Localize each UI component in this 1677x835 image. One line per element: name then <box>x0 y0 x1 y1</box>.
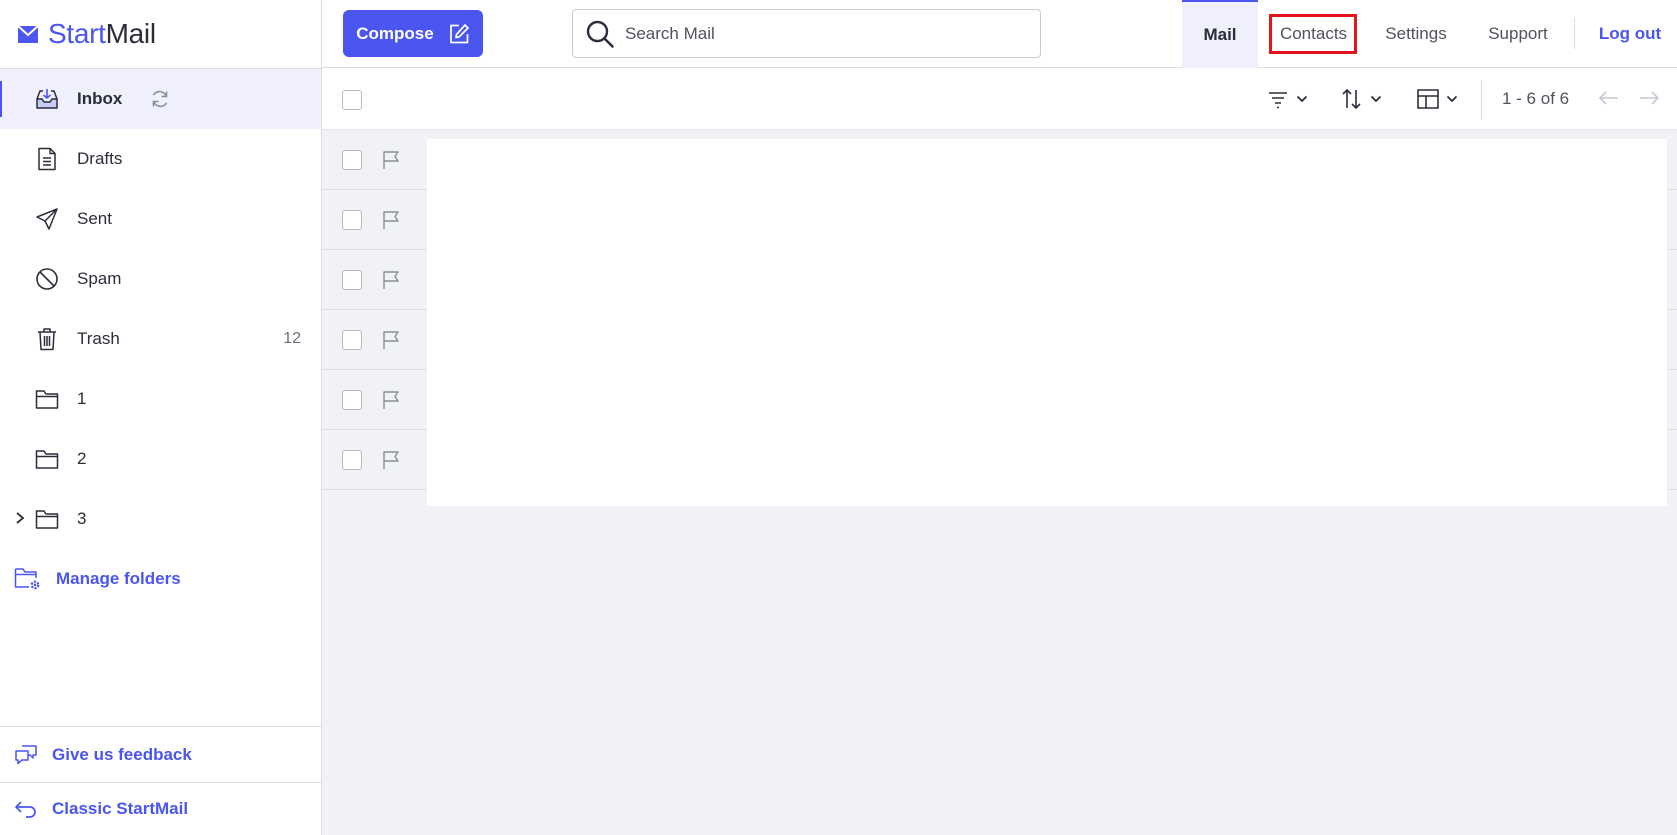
tab-settings[interactable]: Settings <box>1372 0 1460 68</box>
previous-page-arrow-icon[interactable] <box>1598 89 1620 112</box>
sidebar-item-label: Inbox <box>77 89 123 108</box>
message-rows <box>322 130 428 490</box>
layout-dropdown[interactable] <box>1416 87 1458 111</box>
sort-dropdown[interactable] <box>1340 87 1382 111</box>
folder-icon <box>34 506 60 532</box>
search-icon <box>586 20 614 48</box>
sidebar-item-label: Trash <box>77 329 120 348</box>
message-toolbar: 1 - 6 of 6 <box>322 69 1677 130</box>
flag-icon[interactable] <box>381 150 401 170</box>
chevron-right-icon[interactable] <box>14 511 26 530</box>
sidebar-item-spam[interactable]: Spam <box>0 249 321 309</box>
flag-icon[interactable] <box>381 330 401 350</box>
table-row[interactable] <box>322 430 428 490</box>
sidebar: StartMail Inbox Drafts Sent Spam Trash 1… <box>0 0 322 835</box>
filter-dropdown[interactable] <box>1266 87 1308 111</box>
drafts-icon <box>34 146 60 172</box>
compose-label: Compose <box>356 23 434 43</box>
folder-settings-icon <box>14 568 40 590</box>
select-all-checkbox[interactable] <box>342 90 362 110</box>
sidebar-item-trash[interactable]: Trash 12 <box>0 309 321 369</box>
chevron-down-icon <box>1370 95 1382 103</box>
sidebar-item-inbox[interactable]: Inbox <box>0 69 321 129</box>
flag-icon[interactable] <box>381 210 401 230</box>
manage-folders-link[interactable]: Manage folders <box>14 566 181 592</box>
tab-support-label: Support <box>1488 24 1548 43</box>
flag-icon[interactable] <box>381 270 401 290</box>
sidebar-item-label: Spam <box>77 269 122 288</box>
row-checkbox[interactable] <box>342 389 362 410</box>
sidebar-item-label: 3 <box>77 509 87 528</box>
row-checkbox[interactable] <box>342 449 362 470</box>
top-bar: Compose Mail Contacts Settings Support L… <box>322 0 1677 68</box>
toolbar-divider <box>1481 80 1482 120</box>
row-checkbox[interactable] <box>342 329 362 350</box>
tab-mail-label: Mail <box>1203 25 1237 44</box>
row-checkbox[interactable] <box>342 269 362 290</box>
sidebar-item-folder-3[interactable]: 3 <box>0 489 321 549</box>
logout-link[interactable]: Log out <box>1590 0 1670 68</box>
chevron-down-icon <box>1296 95 1308 103</box>
folder-list: Inbox Drafts Sent Spam Trash 12 1 2 3 <box>0 69 321 549</box>
sidebar-item-sent[interactable]: Sent <box>0 189 321 249</box>
tab-settings-label: Settings <box>1385 24 1447 43</box>
envelope-logo-icon <box>17 25 39 43</box>
classic-startmail-label: Classic StartMail <box>52 799 189 818</box>
chevron-down-icon <box>1446 95 1458 103</box>
sidebar-item-label: 1 <box>77 389 87 408</box>
manage-folders-label: Manage folders <box>56 569 181 588</box>
sidebar-item-label: 2 <box>77 449 87 468</box>
folder-icon <box>34 386 60 412</box>
sort-icon <box>1342 88 1361 110</box>
table-row[interactable] <box>322 310 428 370</box>
header-divider <box>1574 18 1575 49</box>
sidebar-item-label: Drafts <box>77 149 123 168</box>
row-separators <box>1666 130 1677 490</box>
logout-label: Log out <box>1598 24 1662 43</box>
startmail-logo[interactable]: StartMail <box>16 18 156 50</box>
flag-icon[interactable] <box>381 390 401 410</box>
feedback-label: Give us feedback <box>52 744 192 764</box>
trash-count-badge: 12 <box>283 330 301 347</box>
sent-icon <box>34 206 60 232</box>
search-box[interactable] <box>572 9 1041 58</box>
spam-icon <box>34 266 60 292</box>
search-input[interactable] <box>625 23 1025 44</box>
logo-text: StartMail <box>48 18 156 49</box>
refresh-icon[interactable] <box>150 89 170 109</box>
next-page-arrow-icon[interactable] <box>1638 89 1660 112</box>
edit-icon <box>449 23 469 43</box>
sidebar-item-label: Sent <box>77 209 112 228</box>
sidebar-item-folder-1[interactable]: 1 <box>0 369 321 429</box>
pagination-text: 1 - 6 of 6 <box>1502 89 1570 108</box>
compose-button[interactable]: Compose <box>343 10 483 57</box>
trash-icon <box>34 326 60 352</box>
return-arrow-icon <box>15 801 36 818</box>
row-checkbox[interactable] <box>342 149 362 170</box>
feedback-link[interactable]: Give us feedback <box>0 726 321 782</box>
tab-mail[interactable]: Mail <box>1182 0 1258 68</box>
message-preview-panel <box>427 139 1667 506</box>
table-row[interactable] <box>322 250 428 310</box>
layout-icon <box>1417 89 1439 109</box>
table-row[interactable] <box>322 370 428 430</box>
folder-icon <box>34 446 60 472</box>
sidebar-item-drafts[interactable]: Drafts <box>0 129 321 189</box>
tab-contacts-label: Contacts <box>1279 24 1348 43</box>
message-list-area: 1 - 6 of 6 <box>322 69 1677 835</box>
table-row[interactable] <box>322 190 428 250</box>
tab-contacts[interactable]: Contacts <box>1269 0 1358 68</box>
tab-support[interactable]: Support <box>1479 0 1557 68</box>
flag-icon[interactable] <box>381 450 401 470</box>
inbox-icon <box>34 86 60 112</box>
feedback-icon <box>15 744 37 764</box>
row-checkbox[interactable] <box>342 209 362 230</box>
sidebar-item-folder-2[interactable]: 2 <box>0 429 321 489</box>
classic-startmail-link[interactable]: Classic StartMail <box>0 782 321 835</box>
filter-icon <box>1269 92 1287 109</box>
table-row[interactable] <box>322 130 428 190</box>
